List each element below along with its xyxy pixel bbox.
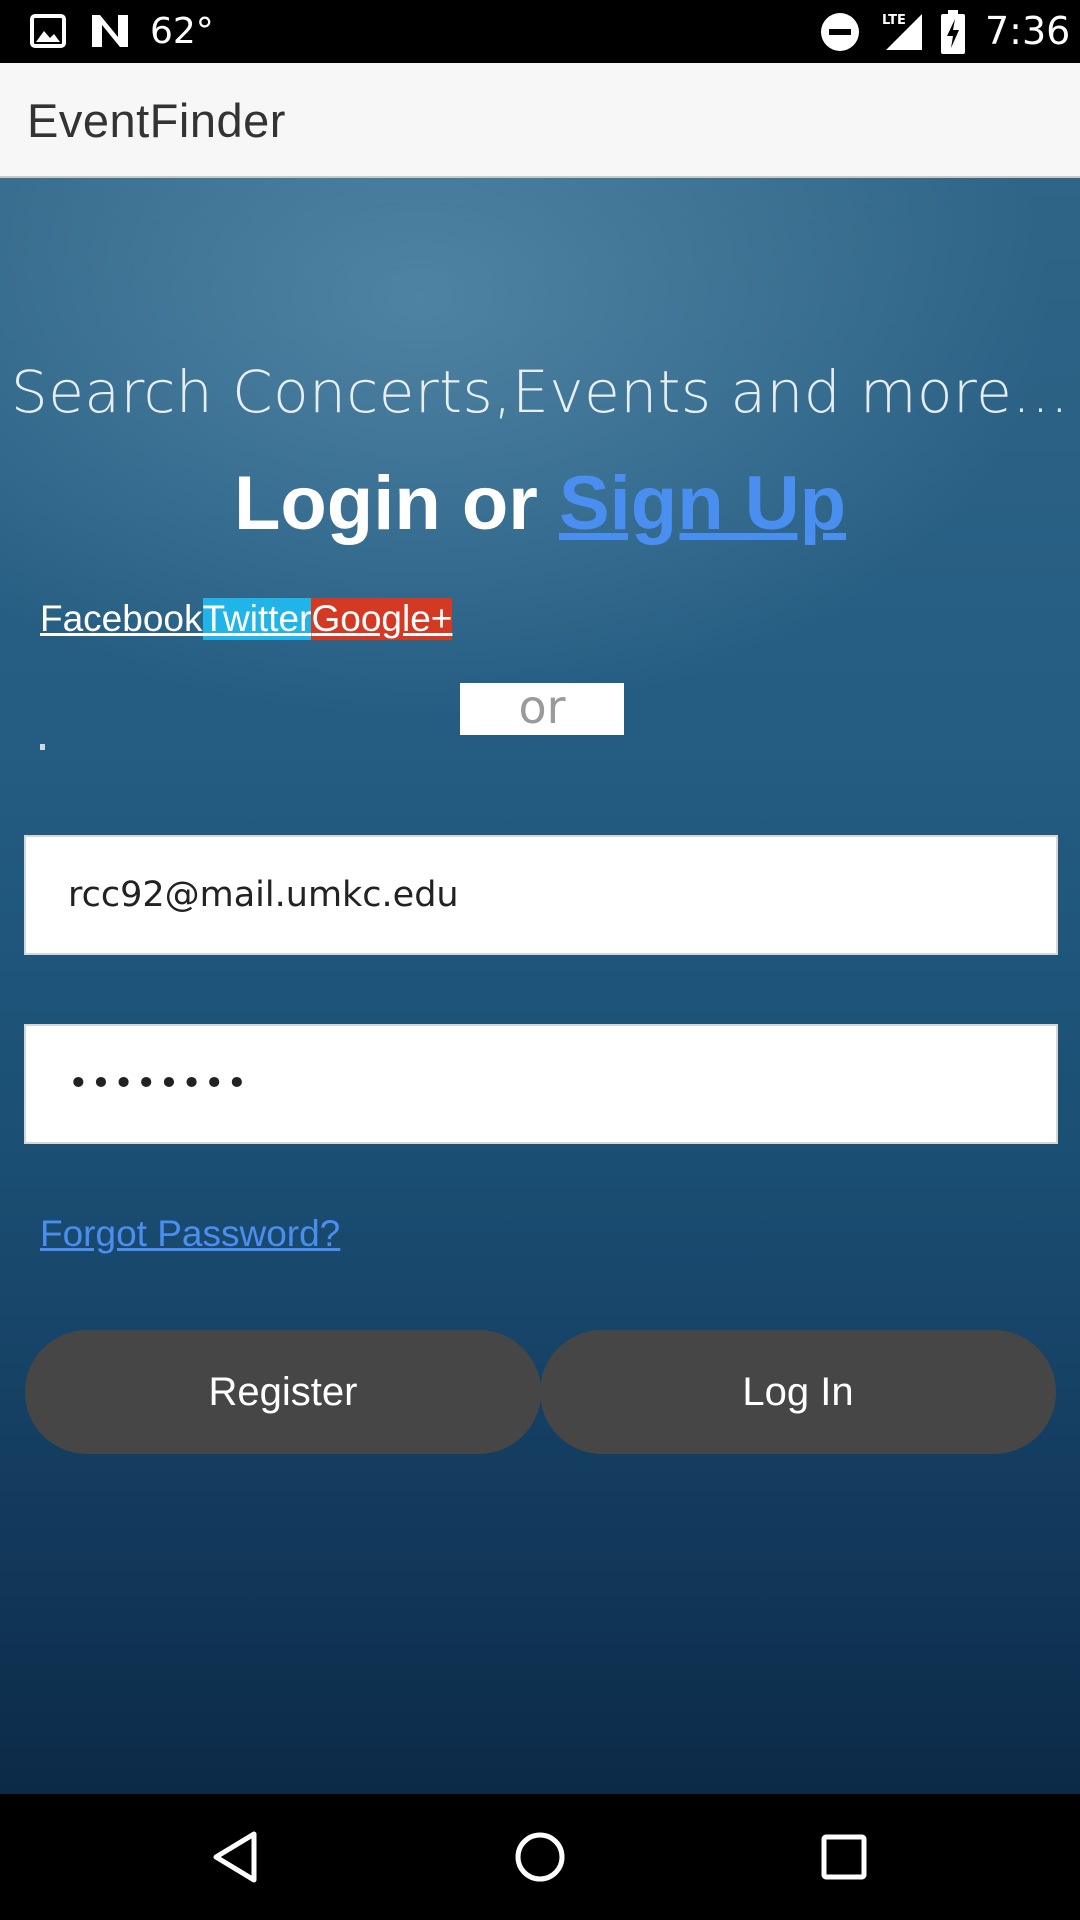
do-not-disturb-icon	[820, 12, 860, 52]
email-field[interactable]	[24, 835, 1058, 955]
password-field[interactable]	[24, 1024, 1058, 1144]
status-bar: 62° LTE 7:36	[0, 0, 1080, 63]
home-icon[interactable]	[480, 1794, 600, 1920]
decorative-dot	[40, 744, 45, 750]
tagline: Search Concerts,Events and more...	[10, 358, 1070, 426]
login-heading: Login or Sign Up	[0, 460, 1080, 547]
clock-text: 7:36	[985, 9, 1071, 53]
register-button[interactable]: Register	[25, 1330, 541, 1454]
lte-signal-icon: LTE	[880, 10, 924, 52]
forgot-password-link[interactable]: Forgot Password?	[40, 1213, 340, 1255]
temperature-text: 62°	[150, 11, 214, 52]
navigation-bar	[0, 1794, 1080, 1920]
log-in-button[interactable]: Log In	[540, 1330, 1056, 1454]
twitter-login-link[interactable]: Twitter	[202, 598, 312, 640]
battery-charging-icon	[940, 10, 966, 54]
back-icon[interactable]	[176, 1794, 296, 1920]
login-heading-text: Login or	[233, 461, 559, 546]
or-divider: or	[460, 683, 624, 735]
svg-text:LTE: LTE	[882, 13, 906, 28]
screen: 62° LTE 7:36 EventFinder Search Concerts…	[0, 0, 1080, 1920]
app-bar: EventFinder	[0, 63, 1080, 178]
google-login-link[interactable]: Google+	[311, 598, 453, 640]
n-notification-icon	[88, 13, 132, 49]
recents-icon[interactable]	[784, 1794, 904, 1920]
social-login-row: FacebookTwitterGoogle+	[40, 598, 453, 640]
facebook-login-link[interactable]: Facebook	[40, 598, 203, 640]
login-content: Search Concerts,Events and more... Login…	[0, 178, 1080, 1794]
sign-up-link[interactable]: Sign Up	[559, 461, 846, 546]
gallery-icon	[30, 14, 66, 48]
app-title: EventFinder	[27, 94, 286, 147]
